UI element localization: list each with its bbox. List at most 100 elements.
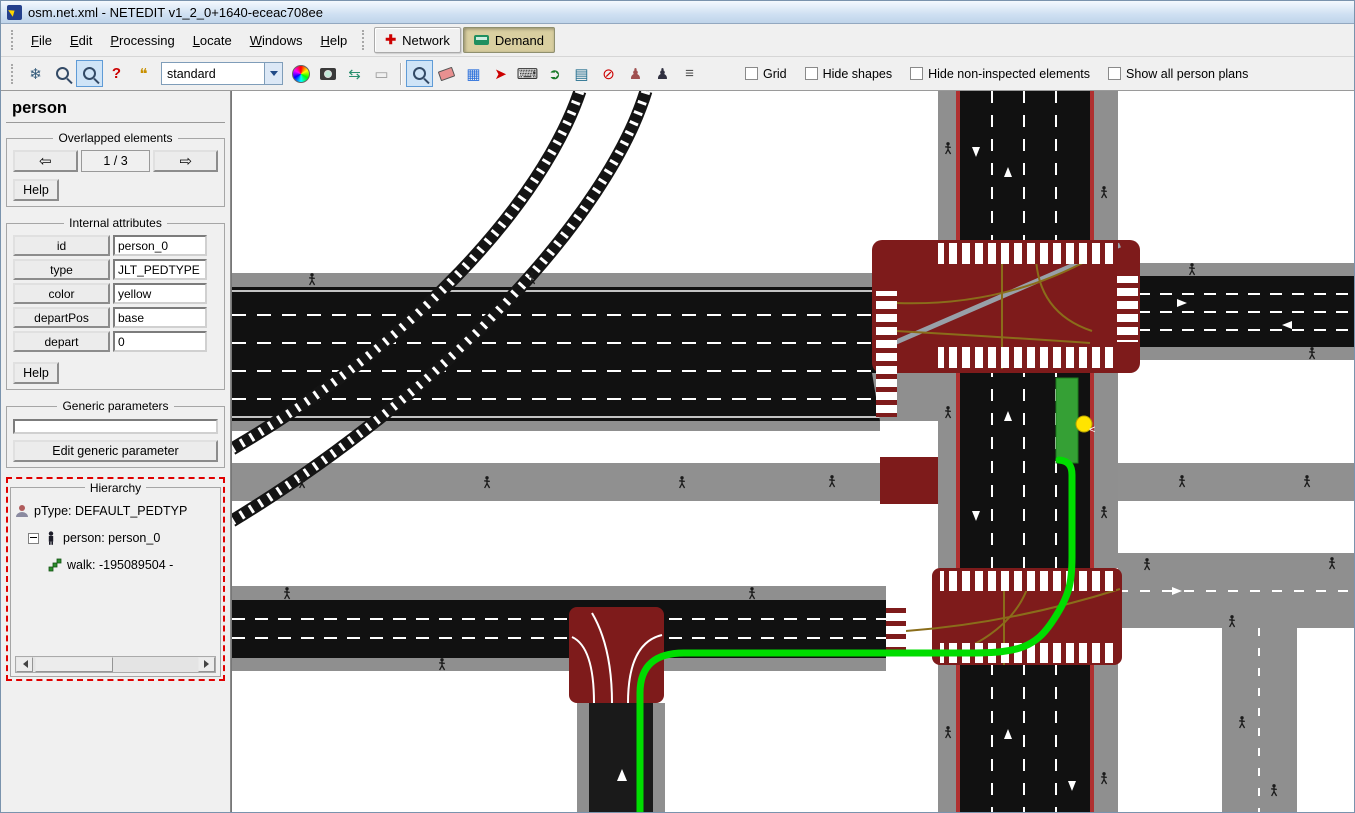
- show-person-plans-checkbox[interactable]: Show all person plans: [1108, 67, 1248, 81]
- edge-upper-road[interactable]: [232, 273, 880, 431]
- color-wheel-button[interactable]: [287, 60, 314, 87]
- attr-name-button-id[interactable]: id: [13, 235, 110, 256]
- attr-value-input-type[interactable]: [113, 259, 207, 280]
- attr-value-input-depart[interactable]: [113, 331, 207, 352]
- help-button[interactable]: ?: [103, 60, 130, 87]
- internal-attributes-group: Internal attributes id type color depart…: [6, 216, 225, 390]
- tree-item-person[interactable]: person: person_0: [15, 525, 216, 552]
- hide-shapes-checkbox[interactable]: Hide shapes: [805, 67, 893, 81]
- zoom-button[interactable]: [49, 60, 76, 87]
- scrollbar-thumb[interactable]: [35, 657, 113, 672]
- chat-button[interactable]: ❝: [130, 60, 157, 87]
- attr-value-input-id[interactable]: [113, 235, 207, 256]
- inspect-mode-icon: [413, 67, 426, 80]
- dropdown-arrow-button[interactable]: [264, 63, 282, 84]
- overlapped-elements-group: Overlapped elements ⇦ 1 / 3 ⇨ Help: [6, 131, 225, 207]
- title-bar[interactable]: osm.net.xml - NETEDIT v1_2_0+1640-eceac7…: [1, 1, 1354, 24]
- checkbox-icon: [745, 67, 758, 80]
- hide-non-inspected-checkbox[interactable]: Hide non-inspected elements: [910, 67, 1090, 81]
- grid-checkbox[interactable]: Grid: [745, 67, 787, 81]
- edge-vertical-road[interactable]: [938, 91, 1118, 813]
- delete-mode-icon: [438, 66, 456, 81]
- edit-mode-dropdown[interactable]: standard: [161, 62, 283, 85]
- hierarchy-tree: pType: DEFAULT_PEDTYP person: person_0 w…: [15, 498, 216, 656]
- attributes-help-button[interactable]: Help: [13, 362, 59, 384]
- menu-edit[interactable]: Edit: [61, 29, 101, 52]
- chevron-down-icon: [270, 71, 278, 80]
- locate-pointer-button[interactable]: [76, 60, 103, 87]
- menu-help[interactable]: Help: [311, 29, 356, 52]
- persontype-mode-button[interactable]: ♟: [622, 60, 649, 87]
- tree-item-walk[interactable]: walk: -195089504 -: [15, 552, 216, 579]
- supermode-network-button[interactable]: ✚ Network: [374, 27, 461, 53]
- frame-title: person: [12, 99, 225, 118]
- inspector-frame: person Overlapped elements ⇦ 1 / 3 ⇨ Hel…: [1, 91, 231, 813]
- persontype-mode-icon: ♟: [629, 65, 642, 83]
- inspection-marquee: Hierarchy pType: DEFAULT_PEDTYP person: …: [6, 477, 225, 681]
- vehicle-mode-button[interactable]: ➲: [541, 60, 568, 87]
- hierarchy-group: Hierarchy pType: DEFAULT_PEDTYP person: …: [10, 481, 221, 677]
- collapse-icon[interactable]: [28, 533, 39, 544]
- network-graph-button[interactable]: ❄: [22, 60, 49, 87]
- map-view[interactable]: <: [231, 91, 1355, 813]
- route-mode-button[interactable]: ⌨: [514, 60, 541, 87]
- arrow-left-icon: [19, 660, 28, 668]
- edge-lower-road[interactable]: [232, 586, 886, 671]
- select-mode-button[interactable]: ▦: [460, 60, 487, 87]
- app-icon: [7, 5, 22, 20]
- overlapped-counter: 1 / 3: [81, 150, 151, 172]
- edge-bottom-road[interactable]: [577, 703, 665, 813]
- edit-mode-value: standard: [162, 67, 264, 81]
- junction-bottom[interactable]: [569, 607, 664, 703]
- attr-name-button-departpos[interactable]: departPos: [13, 307, 110, 328]
- supermode-demand-button[interactable]: Demand: [463, 27, 555, 53]
- edge-east-road[interactable]: [1138, 263, 1355, 360]
- scroll-left-button[interactable]: [16, 657, 33, 672]
- attr-value-input-color[interactable]: [113, 283, 207, 304]
- edge-southeast-path[interactable]: [1222, 628, 1297, 813]
- camera-snapshot-button[interactable]: [314, 60, 341, 87]
- vehicle-mode-icon: ➲: [548, 65, 561, 83]
- toolbar-grip[interactable]: [11, 64, 16, 84]
- delete-mode-button[interactable]: [433, 60, 460, 87]
- move-mode-button[interactable]: ➤: [487, 60, 514, 87]
- personplan-mode-icon: ≡: [685, 65, 694, 82]
- menu-file[interactable]: File: [22, 29, 61, 52]
- menu-windows[interactable]: Windows: [241, 29, 312, 52]
- inspect-mode-button[interactable]: [406, 60, 433, 87]
- scroll-right-button[interactable]: [198, 657, 215, 672]
- vehicletype-mode-button[interactable]: ▤: [568, 60, 595, 87]
- generic-parameters-input[interactable]: [13, 419, 218, 434]
- separator: [400, 63, 401, 85]
- network-map[interactable]: <: [232, 91, 1355, 813]
- stop-mode-button[interactable]: ⊘: [595, 60, 622, 87]
- edge-lower-east-road[interactable]: [1118, 553, 1355, 628]
- locate-pointer-icon: [83, 67, 96, 80]
- color-wheel-icon: [292, 65, 310, 83]
- next-element-button[interactable]: ⇨: [153, 150, 218, 172]
- stop-area[interactable]: [1056, 378, 1078, 463]
- toolbar-grip[interactable]: [11, 30, 16, 50]
- person-icon: [44, 531, 58, 545]
- stop-mode-icon: ⊘: [602, 65, 615, 83]
- person-mode-button[interactable]: ♟: [649, 60, 676, 87]
- previous-element-button[interactable]: ⇦: [13, 150, 78, 172]
- attr-name-button-depart[interactable]: depart: [13, 331, 110, 352]
- attr-name-button-color[interactable]: color: [13, 283, 110, 304]
- lane-marker: <: [1089, 424, 1095, 436]
- edit-generic-parameter-button[interactable]: Edit generic parameter: [13, 440, 218, 462]
- checkbox-icon: [1108, 67, 1121, 80]
- tree-item-ptype[interactable]: pType: DEFAULT_PEDTYP: [15, 498, 216, 525]
- scrollbar-track[interactable]: [33, 657, 198, 672]
- attr-value-input-departpos[interactable]: [113, 307, 207, 328]
- overlapped-help-button[interactable]: Help: [13, 179, 59, 201]
- toolbar-grip[interactable]: [362, 30, 367, 50]
- hierarchy-hscrollbar[interactable]: [15, 656, 216, 673]
- link-arrows-button[interactable]: ⇆: [341, 60, 368, 87]
- camera-icon: [320, 68, 336, 80]
- menu-locate[interactable]: Locate: [184, 29, 241, 52]
- edge-pedestrian-path[interactable]: [232, 457, 1355, 504]
- attr-name-button-type[interactable]: type: [13, 259, 110, 280]
- personplan-mode-button[interactable]: ≡: [676, 60, 703, 87]
- menu-processing[interactable]: Processing: [101, 29, 183, 52]
